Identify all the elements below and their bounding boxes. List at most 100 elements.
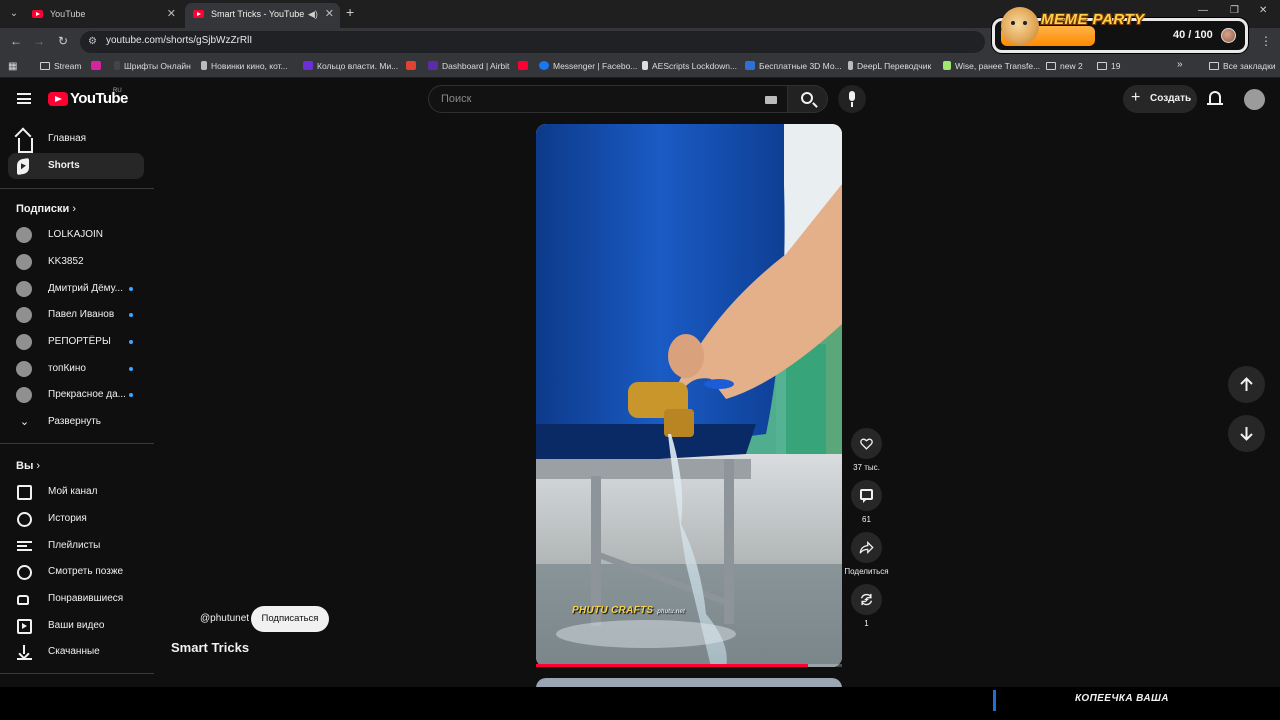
overlay-accent-bar [993, 690, 996, 711]
share-button[interactable] [851, 532, 882, 563]
new-tab-plus-icon[interactable]: + [346, 4, 354, 20]
subscription-label: KK3852 [48, 256, 84, 267]
address-bar[interactable]: ⚙ youtube.com/shorts/gSjbWzZrRlI [80, 31, 985, 53]
bookmark-aescripts[interactable]: AEScripts Lockdown... [642, 61, 737, 71]
you-heading[interactable]: Вы › [16, 460, 40, 472]
bookmark-messenger[interactable]: Messenger | Facebo... [539, 61, 637, 71]
browser-menu-icon[interactable]: ⋮ [1260, 34, 1272, 48]
sidebar-item-home[interactable]: Главная [8, 126, 144, 153]
heart-icon [860, 438, 873, 450]
aescripts-icon [642, 61, 648, 70]
window-close-icon[interactable]: ✕ [1259, 5, 1267, 16]
browser-tab-youtube[interactable]: YouTube ✕ [24, 3, 182, 28]
tab-search-icon[interactable]: ⌄ [6, 6, 22, 22]
subscription-dmitry[interactable]: Дмитрий Дёму... [8, 276, 144, 302]
back-icon[interactable]: ← [8, 34, 24, 48]
minimize-icon[interactable]: — [1198, 5, 1208, 16]
sidebar-item-history[interactable]: История [8, 506, 144, 532]
site-settings-icon[interactable]: ⚙ [88, 36, 100, 48]
subscribe-button[interactable]: Подписаться [251, 606, 329, 632]
subscription-topkino[interactable]: топКино [8, 356, 144, 382]
new-content-dot [129, 313, 133, 317]
tab-close-icon[interactable]: ✕ [325, 3, 334, 25]
bookmark-movies[interactable]: Новинки кино, кот... [201, 61, 288, 71]
notifications-bell-icon[interactable] [1207, 91, 1223, 105]
microphone-icon [849, 91, 855, 101]
comments-button[interactable] [851, 480, 882, 511]
bookmark-3d[interactable]: Бесплатные 3D Мо... [745, 61, 842, 71]
coin-icon [1221, 28, 1236, 43]
meme-party-widget[interactable]: MEME PARTY 40 / 100 [992, 7, 1248, 53]
hamburger-menu-icon[interactable] [17, 93, 31, 104]
apps-grid-icon[interactable]: ▦ [8, 61, 17, 72]
restore-icon[interactable]: ❐ [1230, 5, 1239, 16]
sidebar-item-your-videos[interactable]: Ваши видео [8, 613, 144, 639]
shorts-icon [17, 157, 29, 176]
subscription-kk3852[interactable]: KK3852 [8, 249, 144, 275]
url-text[interactable]: youtube.com/shorts/gSjbWzZrRlI [106, 35, 252, 46]
forward-icon[interactable]: → [31, 34, 47, 48]
browser-tab-smart-tricks[interactable]: Smart Tricks - YouTube ◀) ✕ [185, 3, 340, 28]
sidebar-item-my-channel[interactable]: Мой канал [8, 479, 144, 505]
video-progress-bar[interactable] [536, 664, 842, 667]
sidebar-item-liked[interactable]: Понравившиеся [8, 586, 144, 612]
voice-search-button[interactable] [838, 85, 866, 113]
bookmarks-bar: ▦ Stream Шрифты Онлайн Новинки кино, кот… [0, 56, 1280, 78]
remix-button[interactable] [851, 584, 882, 615]
account-avatar[interactable] [1244, 89, 1265, 110]
channel-avatar [16, 227, 32, 243]
subscription-reporters[interactable]: РЕПОРТЁРЫ [8, 329, 144, 355]
sidebar-item-playlists[interactable]: Плейлисты [8, 533, 144, 559]
ring-icon [303, 61, 313, 70]
all-bookmarks[interactable]: Все закладки [1209, 61, 1276, 71]
video-frame [536, 124, 842, 667]
speaker-icon[interactable]: ◀) [308, 3, 318, 25]
bookmark-rings[interactable]: Кольцо власти. Ми... [303, 61, 398, 71]
region-code: RU [113, 88, 122, 94]
subscription-prekrasnoe[interactable]: Прекрасное да... [8, 382, 144, 408]
subscription-lolkajoin[interactable]: LOLKAJOIN [8, 222, 144, 248]
create-label: Создать [1150, 93, 1192, 104]
sidebar: Главная Shorts Подписки › LOLKAJOIN KK38… [0, 121, 154, 686]
bookmark-wise[interactable]: Wise, ранее Transfe... [943, 61, 1040, 71]
bookmark-fonts[interactable]: Шрифты Онлайн [114, 61, 191, 71]
previous-short-button[interactable] [1228, 366, 1265, 403]
bookmark-gmail[interactable] [406, 61, 420, 71]
chevron-right-icon: › [72, 203, 76, 215]
bookmark-red-app[interactable] [91, 61, 105, 71]
like-icon [17, 595, 29, 605]
more-bookmarks-icon[interactable]: » [1177, 59, 1183, 70]
create-button[interactable]: + Создать [1123, 85, 1197, 113]
channel-avatar [16, 254, 32, 270]
shorts-video-player[interactable] [536, 124, 842, 667]
bookmark-new-2[interactable]: new 2 [1046, 61, 1083, 71]
bookmark-deepl[interactable]: DeepL Переводчик [848, 61, 931, 71]
video-title[interactable]: Smart Tricks [171, 640, 249, 655]
expand-subscriptions[interactable]: ⌄ Развернуть [8, 409, 144, 435]
keyboard-icon[interactable] [765, 96, 777, 104]
divider [0, 188, 154, 189]
bookmark-airbit[interactable]: Dashboard | Airbit [428, 61, 509, 71]
sidebar-item-label: Shorts [48, 160, 80, 171]
bookmark-19[interactable]: 19 [1097, 61, 1120, 71]
like-button[interactable] [851, 428, 882, 459]
channel-handle[interactable]: @phutunet [200, 613, 249, 624]
bookmark-stream[interactable]: Stream [40, 61, 81, 71]
sidebar-item-shorts[interactable]: Shorts [8, 153, 144, 179]
new-content-dot [129, 393, 133, 397]
gmail-icon [406, 61, 416, 70]
folder-icon [1046, 62, 1056, 70]
folder-icon [1209, 62, 1219, 70]
subscription-label: LOLKAJOIN [48, 229, 104, 240]
reload-icon[interactable]: ↻ [55, 34, 71, 48]
youtube-logo-icon[interactable] [48, 92, 68, 106]
subscriptions-heading[interactable]: Подписки › [16, 203, 76, 215]
search-button[interactable] [788, 85, 828, 113]
subscription-pavel[interactable]: Павел Иванов [8, 302, 144, 328]
sidebar-item-watch-later[interactable]: Смотреть позже [8, 559, 144, 585]
sidebar-item-downloads[interactable]: Скачанные [8, 639, 144, 665]
bookmark-youtube[interactable] [518, 61, 532, 71]
search-input[interactable]: Поиск [428, 85, 788, 113]
next-short-button[interactable] [1228, 415, 1265, 452]
tab-close-icon[interactable]: ✕ [167, 3, 176, 25]
